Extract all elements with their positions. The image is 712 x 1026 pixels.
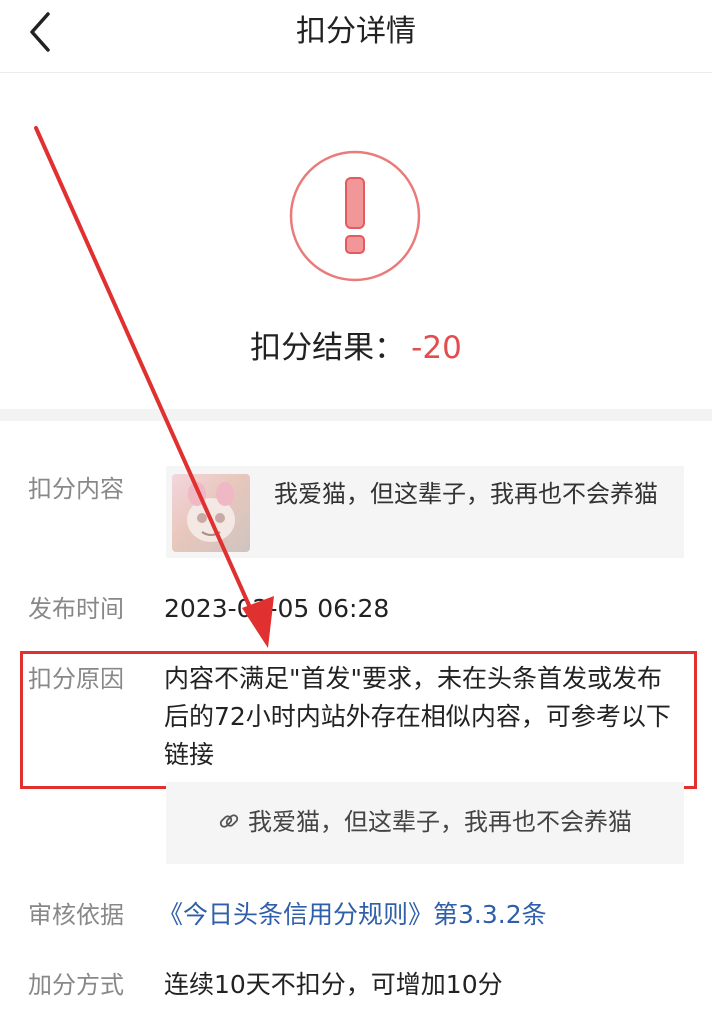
result-section: 扣分结果： -20 [0, 73, 712, 409]
result-value: -20 [411, 330, 462, 366]
exclamation-circle-icon [289, 150, 421, 282]
page-title: 扣分详情 [296, 14, 416, 49]
thumbnail-image [187, 482, 235, 542]
content-label: 扣分内容 [28, 475, 124, 503]
annotation-highlight-box [20, 651, 697, 789]
bonus-label: 加分方式 [28, 971, 124, 999]
content-thumbnail [172, 474, 250, 552]
section-divider [0, 409, 712, 421]
deducted-content-card[interactable]: 我爱猫，但这辈子，我再也不会养猫 [166, 466, 684, 558]
publish-time-label: 发布时间 [28, 595, 124, 623]
content-title: 我爱猫，但这辈子，我再也不会养猫 [274, 480, 658, 508]
basis-label: 审核依据 [28, 901, 124, 929]
link-icon [219, 814, 239, 828]
rule-link[interactable]: 《今日头条信用分规则》第3.3.2条 [158, 897, 547, 933]
bonus-method-value: 连续10天不扣分，可增加10分 [164, 970, 503, 999]
reference-link-text: 我爱猫，但这辈子，我再也不会养猫 [248, 808, 632, 836]
result-label: 扣分结果： [250, 330, 406, 366]
deduction-result: 扣分结果： -20 [0, 325, 712, 371]
top-bar: 扣分详情 [0, 0, 712, 73]
publish-time-value: 2023-02-05 06:28 [164, 594, 390, 623]
reference-link-card[interactable]: 我爱猫，但这辈子，我再也不会养猫 [166, 782, 684, 864]
reference-link[interactable]: 我爱猫，但这辈子，我再也不会养猫 [166, 804, 684, 840]
